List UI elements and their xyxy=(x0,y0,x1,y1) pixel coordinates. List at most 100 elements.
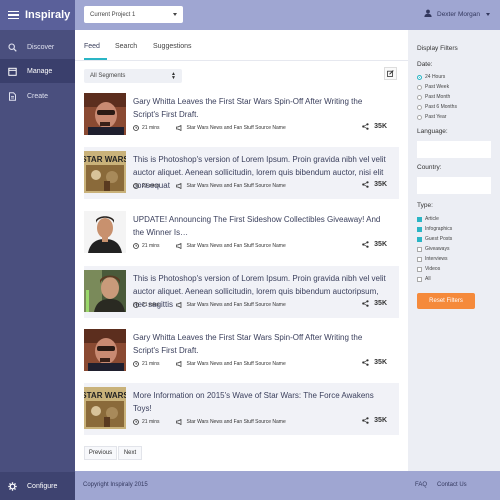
article-title[interactable]: More Information on 2015's Wave of Star … xyxy=(133,389,388,415)
tab-feed[interactable]: Feed xyxy=(84,43,100,50)
type-videos[interactable]: Videos xyxy=(417,266,440,272)
sidebar-item-label: Create xyxy=(27,92,49,100)
feed-item[interactable]: STAR WARS More Information on 2015's Wav… xyxy=(84,383,399,435)
sidebar-item-discover[interactable]: Discover xyxy=(0,35,75,59)
article-title[interactable]: UPDATE! Announcing The First Sideshow Co… xyxy=(133,213,388,239)
segment-select[interactable]: All Segments ▲ ▼ xyxy=(84,69,182,83)
option-label: Infographics xyxy=(425,226,453,232)
option-label: Past 6 Months xyxy=(425,104,457,110)
article-meta: 21 mins Star Wars News and Fan Stuff Sou… xyxy=(133,125,286,131)
time-text: 21 mins xyxy=(142,183,160,189)
article-thumbnail[interactable] xyxy=(84,270,126,312)
feed-item[interactable]: This is Photoshop's version of Lorem Ips… xyxy=(84,266,399,318)
share-count: 35K xyxy=(374,300,387,307)
share-button[interactable]: 35K xyxy=(362,300,387,307)
country-field[interactable] xyxy=(417,177,491,194)
footer: Copyright Inspiraly 2015 FAQ Contact Us xyxy=(75,471,500,500)
option-label: 24 Hours xyxy=(425,74,446,80)
source-name: Star Wars News and Fan Stuff Source Name xyxy=(186,361,286,367)
megaphone-icon xyxy=(175,183,181,189)
user-name: Dexter Morgan xyxy=(437,10,480,18)
checkbox-checked[interactable] xyxy=(417,216,422,222)
sidebar-item-label: Discover xyxy=(27,43,55,51)
feed-item[interactable]: UPDATE! Announcing The First Sideshow Co… xyxy=(84,207,399,259)
type-all[interactable]: All xyxy=(417,276,431,282)
share-button[interactable]: 35K xyxy=(362,417,387,424)
date-option-month[interactable]: Past Month xyxy=(417,94,450,100)
checkbox[interactable] xyxy=(417,256,422,262)
article-thumbnail[interactable]: STAR WARS xyxy=(84,151,126,193)
tab-suggestions[interactable]: Suggestions xyxy=(153,43,192,50)
date-option-week[interactable]: Past Week xyxy=(417,84,449,90)
configure-button[interactable]: Configure xyxy=(0,472,75,500)
article-thumbnail[interactable]: STAR WARS xyxy=(84,387,126,429)
country-label: Country: xyxy=(417,164,442,171)
article-thumbnail[interactable] xyxy=(84,211,126,253)
timestamp: 21 mins xyxy=(133,125,160,131)
share-button[interactable]: 35K xyxy=(362,359,387,366)
share-button[interactable]: 35K xyxy=(362,241,387,248)
checkbox[interactable] xyxy=(417,266,422,272)
source-name: Star Wars News and Fan Stuff Source Name xyxy=(186,302,286,308)
edit-icon xyxy=(387,70,394,77)
date-option-24h[interactable]: 24 Hours xyxy=(417,74,445,80)
next-button[interactable]: Next xyxy=(118,446,142,460)
article-thumbnail[interactable] xyxy=(84,329,126,371)
project-select-value: Current Project 1 xyxy=(90,11,136,18)
reset-filters-button[interactable]: Reset Filters xyxy=(417,293,475,309)
article-title[interactable]: Gary Whitta Leaves the First Star Wars S… xyxy=(133,95,388,121)
type-giveaways[interactable]: Giveaways xyxy=(417,246,449,252)
article-thumbnail[interactable] xyxy=(84,93,126,135)
type-infographics[interactable]: Infographics xyxy=(417,226,452,232)
date-option-year[interactable]: Past Year xyxy=(417,114,446,120)
active-tab-indicator xyxy=(84,58,107,60)
feed-item[interactable]: STAR WARS This is Photoshop's version of… xyxy=(84,147,399,199)
date-option-6months[interactable]: Past 6 Months xyxy=(417,104,457,110)
project-select[interactable]: Current Project 1 xyxy=(84,6,183,23)
clock-icon xyxy=(133,361,139,367)
edit-button[interactable] xyxy=(384,67,397,80)
filters-panel: Display Filters Date: 24 Hours Past Week… xyxy=(408,30,500,471)
source[interactable]: Star Wars News and Fan Stuff Source Name xyxy=(175,183,286,189)
tab-search[interactable]: Search xyxy=(115,43,137,50)
type-label: Type: xyxy=(417,202,433,209)
type-article[interactable]: Article xyxy=(417,216,439,222)
share-button[interactable]: 35K xyxy=(362,123,387,130)
source[interactable]: Star Wars News and Fan Stuff Source Name xyxy=(175,361,286,367)
checkbox[interactable] xyxy=(417,276,422,282)
feed-item[interactable]: Gary Whitta Leaves the First Star Wars S… xyxy=(84,89,399,141)
radio[interactable] xyxy=(417,94,422,100)
radio[interactable] xyxy=(417,114,422,120)
article-title[interactable]: Gary Whitta Leaves the First Star Wars S… xyxy=(133,331,388,357)
source[interactable]: Star Wars News and Fan Stuff Source Name xyxy=(175,419,286,425)
brand[interactable]: Inspiraly xyxy=(0,0,75,30)
radio[interactable] xyxy=(417,104,422,110)
source-name: Star Wars News and Fan Stuff Source Name xyxy=(186,183,286,189)
type-guest-posts[interactable]: Guest Posts xyxy=(417,236,452,242)
source-name: Star Wars News and Fan Stuff Source Name xyxy=(186,125,286,131)
radio-selected[interactable] xyxy=(417,74,422,80)
sidebar-item-manage[interactable]: Manage xyxy=(0,59,75,83)
feed-item[interactable]: Gary Whitta Leaves the First Star Wars S… xyxy=(84,325,399,377)
checkbox-checked[interactable] xyxy=(417,226,422,232)
option-label: Past Month xyxy=(425,94,451,100)
contact-link[interactable]: Contact Us xyxy=(437,482,467,488)
share-button[interactable]: 35K xyxy=(362,181,387,188)
tab-bar: Feed Search Suggestions xyxy=(75,30,408,61)
source[interactable]: Star Wars News and Fan Stuff Source Name xyxy=(175,125,286,131)
thumbnail-logo-text: STAR WARS xyxy=(84,391,126,400)
source[interactable]: Star Wars News and Fan Stuff Source Name xyxy=(175,243,286,249)
faq-link[interactable]: FAQ xyxy=(415,482,427,488)
sidebar-item-create[interactable]: Create xyxy=(0,84,75,108)
filters-title: Display Filters xyxy=(417,45,458,52)
megaphone-icon xyxy=(175,419,181,425)
type-interviews[interactable]: Interviews xyxy=(417,256,448,262)
menu-icon[interactable] xyxy=(8,9,19,22)
source[interactable]: Star Wars News and Fan Stuff Source Name xyxy=(175,302,286,308)
language-field[interactable] xyxy=(417,141,491,158)
radio[interactable] xyxy=(417,84,422,90)
previous-button[interactable]: Previous xyxy=(84,446,117,460)
checkbox-checked[interactable] xyxy=(417,236,422,242)
checkbox[interactable] xyxy=(417,246,422,252)
user-menu[interactable]: Dexter Morgan xyxy=(424,9,490,19)
